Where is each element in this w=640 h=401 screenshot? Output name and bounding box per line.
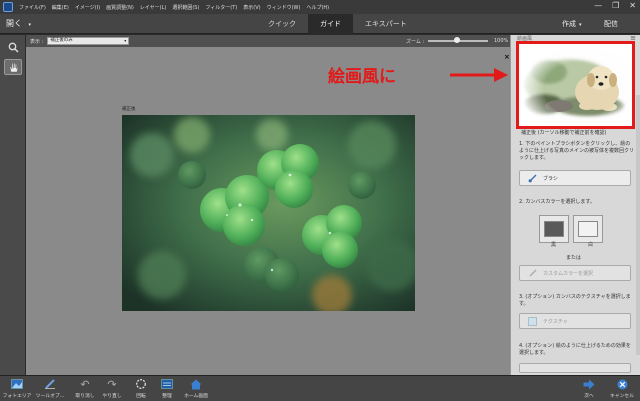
- zoom-value: 100%: [494, 38, 509, 44]
- photo-bin-label: フォトエリア: [2, 394, 32, 399]
- brush-button[interactable]: ブラシ: [519, 170, 631, 186]
- home-screen-button[interactable]: ホーム画面: [181, 378, 211, 399]
- clover-image: [122, 115, 415, 311]
- menu-edit[interactable]: 編集(E): [52, 4, 69, 11]
- zoom-slider[interactable]: [428, 37, 488, 43]
- close-window-button[interactable]: ✕: [629, 1, 636, 10]
- canvas-area: × 補正後: [26, 47, 510, 375]
- step-1-text: 1. 下のペイントブラシボタンをクリックし、絵のように仕上げる写真のメインの被写…: [519, 141, 635, 161]
- undo-label: 取り消し: [75, 394, 95, 399]
- menu-enhance[interactable]: 画質調整(N): [106, 4, 134, 11]
- next-button[interactable]: 次へ: [574, 378, 604, 399]
- menu-file[interactable]: ファイル(F): [19, 4, 46, 11]
- tool-options-label: ツールオプ...: [35, 394, 65, 399]
- step-2-text: 2. カンバスカラーを選択します。: [519, 199, 595, 205]
- app-logo-icon: [3, 2, 13, 12]
- maximize-button[interactable]: ❐: [612, 1, 619, 10]
- create-label: 作成: [562, 20, 576, 28]
- cancel-button[interactable]: キャンセル: [607, 378, 637, 399]
- open-label: 開く: [6, 19, 22, 28]
- photo-bin-button[interactable]: フォトエリア: [2, 378, 32, 399]
- menu-image[interactable]: イメージ(I): [75, 4, 100, 11]
- menu-bar: ファイル(F) 編集(E) イメージ(I) 画質調整(N) レイヤー(L) 選択…: [0, 0, 640, 14]
- undo-icon: ↶: [80, 377, 90, 391]
- texture-icon: [528, 316, 537, 326]
- redo-button[interactable]: ↷ やり直し: [97, 377, 127, 400]
- tool-options-button[interactable]: ツールオプ...: [35, 378, 65, 399]
- black-canvas-swatch[interactable]: [539, 215, 569, 243]
- white-canvas-swatch[interactable]: [573, 215, 603, 243]
- close-icon[interactable]: ×: [504, 53, 510, 61]
- next-label: 次へ: [584, 394, 594, 399]
- bottom-bar: フォトエリア ツールオプ... ↶ 取り消し ↷ やり直し 回転 整理 ホーム画…: [0, 375, 640, 401]
- organize-button[interactable]: 整理: [152, 378, 182, 399]
- panel-scrollbar[interactable]: [636, 95, 640, 355]
- red-arrow-icon: [450, 68, 508, 82]
- step-3-text: 3. (オプション) カンバスのテクスチャを選択します。: [519, 294, 631, 307]
- annotation-text: 絵画風に: [328, 67, 396, 87]
- view-label: 表示 :: [30, 38, 44, 45]
- menu-select[interactable]: 選択範囲(S): [172, 4, 199, 11]
- mode-bar: 開く ▾ クイック ガイド エキスパート 作成 ▾ 配信: [0, 14, 640, 34]
- texture-button[interactable]: テクスチャ: [519, 313, 631, 329]
- effects-button[interactable]: [519, 363, 631, 373]
- eyedropper-icon: [529, 269, 537, 276]
- zoom-slider-knob[interactable]: [454, 37, 460, 43]
- effect-preview: [516, 41, 635, 129]
- tab-quick[interactable]: クイック: [256, 14, 308, 34]
- brush-icon: [528, 174, 537, 182]
- chevron-down-icon: ▾: [28, 22, 32, 28]
- share-button[interactable]: 配信: [604, 19, 618, 29]
- tool-options-icon: [44, 378, 56, 390]
- puppy-painting-image: [519, 44, 632, 126]
- home-screen-label: ホーム画面: [184, 394, 208, 399]
- rotate-label: 回転: [136, 394, 146, 399]
- menu-filter[interactable]: フィルター(T): [205, 4, 237, 11]
- next-arrow-icon: [583, 378, 595, 390]
- minimize-button[interactable]: —: [594, 1, 602, 10]
- magnifier-icon: [8, 42, 19, 53]
- texture-label: テクスチャ: [543, 318, 568, 325]
- organize-icon: [161, 378, 173, 390]
- brush-label: ブラシ: [543, 175, 558, 182]
- redo-icon: ↷: [107, 377, 117, 391]
- photo-bin-icon: [11, 378, 23, 390]
- options-bar: 表示 : 補正後のみ ▾ ズーム : 100%: [26, 35, 510, 47]
- guided-panel: 絵画風 ≡ 補正後 (カーソル移動で補正前を確認) 1. 下のペイントブラシボタ…: [510, 34, 640, 375]
- hand-tool[interactable]: [4, 59, 22, 75]
- menu-help[interactable]: ヘルプ(H): [306, 4, 329, 11]
- cancel-label: キャンセル: [610, 394, 634, 399]
- undo-button[interactable]: ↶ 取り消し: [70, 377, 100, 400]
- menu-layer[interactable]: レイヤー(L): [140, 4, 167, 11]
- custom-color-label: カスタムカラーを選択: [543, 270, 594, 277]
- custom-color-button[interactable]: カスタムカラーを選択: [519, 265, 631, 281]
- white-label: 白: [588, 242, 594, 248]
- or-label: または: [566, 255, 582, 261]
- chevron-down-icon: ▾: [124, 38, 127, 43]
- home-icon: [190, 378, 202, 390]
- rotate-icon: [135, 378, 147, 390]
- tab-expert[interactable]: エキスパート: [353, 14, 419, 34]
- view-select[interactable]: 補正後のみ ▾: [47, 37, 130, 45]
- organize-label: 整理: [162, 394, 172, 399]
- redo-label: やり直し: [102, 394, 122, 399]
- chevron-down-icon: ▾: [579, 22, 582, 28]
- tab-guided[interactable]: ガイド: [308, 14, 353, 34]
- photo-label: 補正後: [122, 107, 136, 112]
- tool-column: [0, 35, 26, 375]
- view-select-value: 補正後のみ: [50, 38, 73, 43]
- cancel-icon: [616, 378, 628, 390]
- black-label: 黒: [551, 242, 557, 248]
- hand-icon: [9, 62, 18, 72]
- menu-view[interactable]: 表示(V): [243, 4, 260, 11]
- zoom-tool[interactable]: [4, 39, 22, 55]
- share-label: 配信: [604, 20, 618, 28]
- menu-window[interactable]: ウィンドウ(W): [267, 4, 301, 11]
- create-button[interactable]: 作成 ▾: [562, 19, 582, 29]
- panel-title: 補正後 (カーソル移動で補正前を確認): [521, 130, 607, 136]
- zoom-label: ズーム :: [406, 39, 425, 45]
- clover-photo[interactable]: [122, 115, 415, 311]
- open-button[interactable]: 開く ▾: [6, 18, 31, 29]
- step-4-text: 4. (オプション) 絵のように仕上げるための効果を選択します。: [519, 343, 631, 356]
